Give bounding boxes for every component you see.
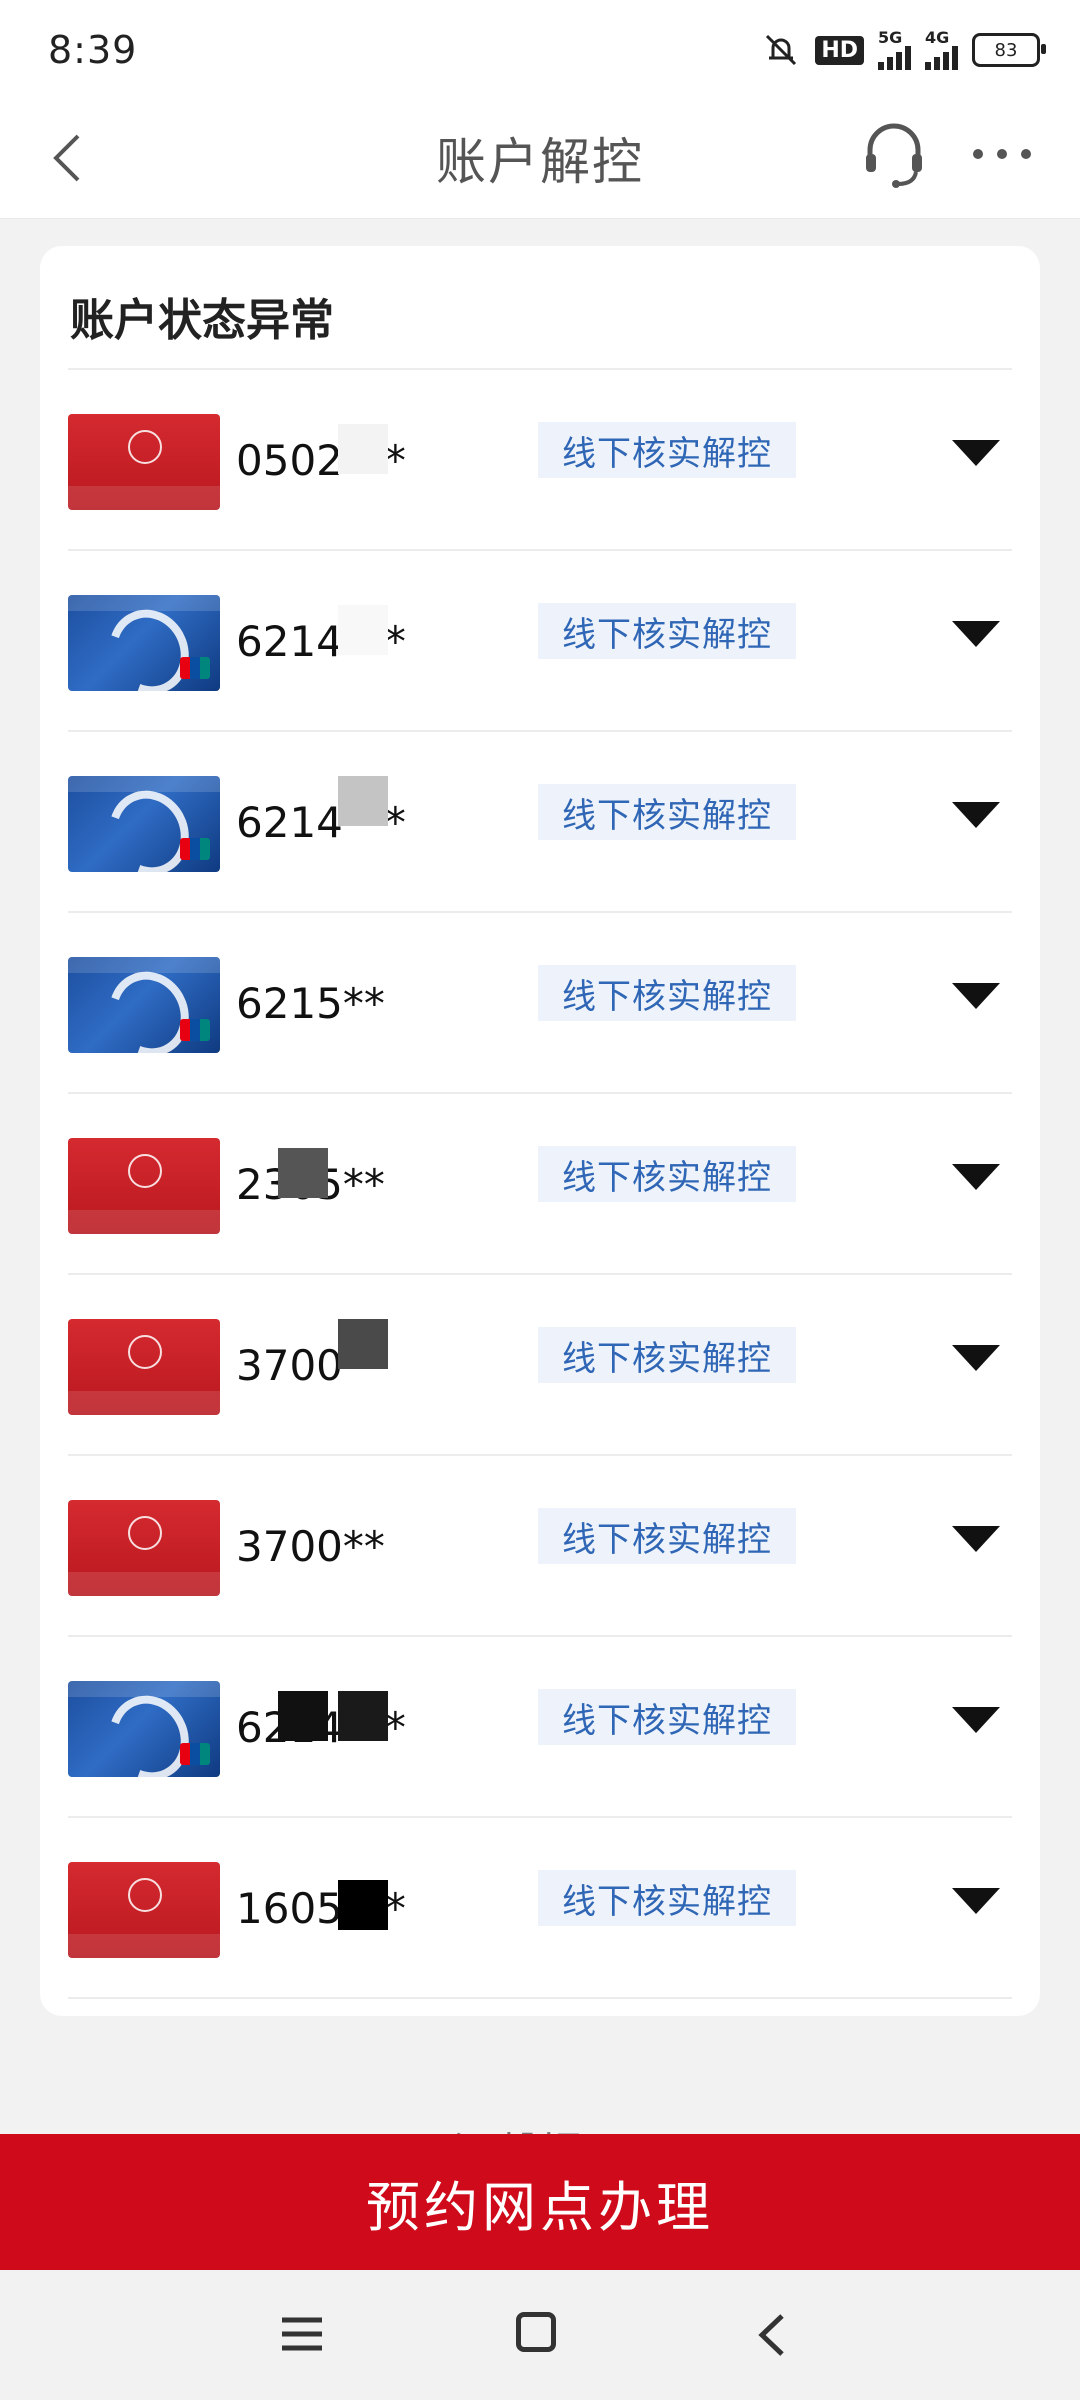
redaction-mask	[338, 1319, 388, 1369]
redaction-mask	[338, 424, 388, 474]
battery-icon: 83	[972, 33, 1046, 67]
expand-caret-icon[interactable]	[952, 1526, 1000, 1552]
nav-header: 账户解控	[0, 100, 1080, 219]
redaction-mask	[338, 776, 388, 826]
panel-title: 账户状态异常	[70, 295, 334, 346]
bank-card-icon	[68, 595, 220, 691]
redaction-mask	[338, 605, 388, 655]
status-tag: 线下核实解控	[538, 1689, 796, 1745]
row-divider	[68, 1997, 1012, 1999]
redaction-mask	[338, 1691, 388, 1741]
system-nav-bar	[0, 2270, 1080, 2400]
bank-card-icon	[68, 1681, 220, 1777]
expand-caret-icon[interactable]	[952, 621, 1000, 647]
status-tag: 线下核实解控	[538, 1146, 796, 1202]
expand-caret-icon[interactable]	[952, 1345, 1000, 1371]
bank-card-icon	[68, 1862, 220, 1958]
expand-caret-icon[interactable]	[952, 1707, 1000, 1733]
account-row[interactable]: 6214***线下核实解控	[68, 551, 1012, 732]
status-icons: HD 5G 4G 83	[761, 30, 1046, 70]
status-tag: 线下核实解控	[538, 965, 796, 1021]
expand-caret-icon[interactable]	[952, 983, 1000, 1009]
status-bar: 8:39 HD 5G 4G 83	[0, 0, 1080, 100]
account-row[interactable]: 6215** 线下核实解控	[68, 913, 1012, 1094]
redaction-mask	[338, 1880, 388, 1930]
bank-card-icon	[68, 1319, 220, 1415]
system-back-icon[interactable]	[752, 2310, 792, 2360]
recent-apps-icon[interactable]	[280, 2314, 324, 2354]
customer-service-icon[interactable]	[858, 118, 930, 190]
bank-card-icon	[68, 414, 220, 510]
more-icon[interactable]	[970, 136, 1034, 172]
book-branch-button[interactable]: 预约网点办理	[0, 2134, 1080, 2270]
abnormal-account-panel: 账户状态异常 0502*** 线下核实解控 6214*** 线下核实解控 6214***…	[40, 246, 1040, 2016]
status-tag: 线下核实解控	[538, 1327, 796, 1383]
expand-caret-icon[interactable]	[952, 802, 1000, 828]
status-tag: 线下核实解控	[538, 1508, 796, 1564]
status-tag: 线下核实解控	[538, 784, 796, 840]
bank-card-icon	[68, 957, 220, 1053]
account-row[interactable]: 1605*** 线下核实解控	[68, 1818, 1012, 1999]
signal-bars-icon	[925, 46, 958, 70]
bank-card-icon	[68, 1500, 220, 1596]
account-row[interactable]: 3700** 线下核实解控	[68, 1456, 1012, 1637]
account-row[interactable]: 3700** 线下核实解控	[68, 1275, 1012, 1456]
account-row[interactable]: 0502*** 线下核实解控	[68, 370, 1012, 551]
bank-card-icon	[68, 776, 220, 872]
account-row[interactable]: 2305**线下核实解控	[68, 1094, 1012, 1275]
status-tag: 线下核实解控	[538, 1870, 796, 1926]
account-number: 6215**	[236, 979, 385, 1028]
redaction-mask	[278, 1691, 328, 1741]
mute-bell-icon	[766, 34, 797, 66]
home-icon[interactable]	[516, 2312, 556, 2352]
status-time: 8:39	[48, 28, 138, 72]
hd-badge: HD	[815, 35, 864, 65]
bank-card-icon	[68, 1138, 220, 1234]
redaction-mask	[278, 1148, 328, 1198]
expand-caret-icon[interactable]	[952, 1164, 1000, 1190]
status-tag: 线下核实解控	[538, 603, 796, 659]
account-number: 3700**	[236, 1522, 385, 1571]
account-row[interactable]: 6214***线下核实解控	[68, 1637, 1012, 1818]
status-tag: 线下核实解控	[538, 422, 796, 478]
network-5g: 5G	[878, 30, 911, 70]
signal-bars-icon	[878, 46, 911, 70]
expand-caret-icon[interactable]	[952, 1888, 1000, 1914]
account-row[interactable]: 6214***线下核实解控	[68, 732, 1012, 913]
expand-caret-icon[interactable]	[952, 440, 1000, 466]
network-4g: 4G	[925, 30, 958, 70]
